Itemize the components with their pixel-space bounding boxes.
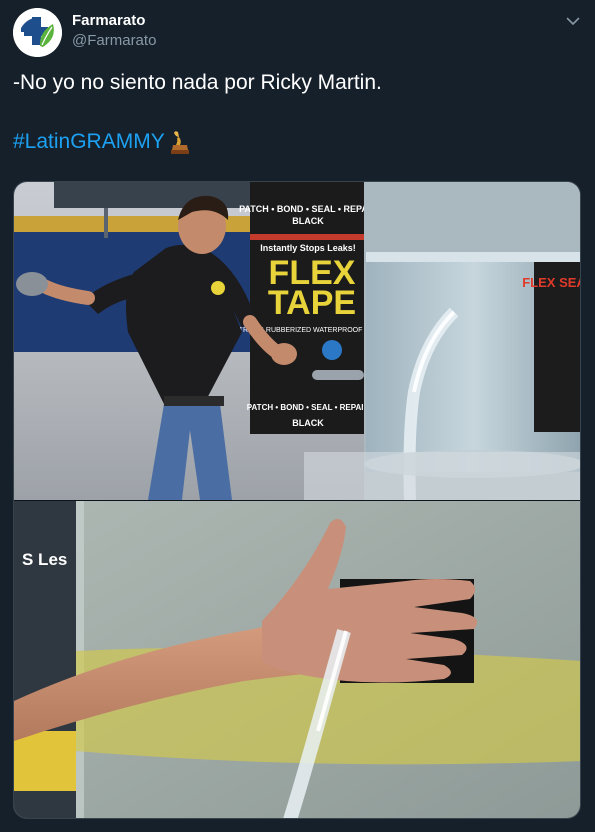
hashtag-link[interactable]: #LatinGRAMMY — [13, 130, 165, 154]
user-avatar[interactable] — [13, 8, 62, 57]
user-handle[interactable]: @Farmarato — [72, 32, 156, 49]
farmarato-logo-icon — [13, 8, 62, 57]
meme-photo-top: PATCH • BOND • SEAL • REPAIR BLACK Insta… — [14, 182, 581, 500]
product-name: TAPE — [268, 284, 356, 322]
product-tagline: PATCH • BOND • SEAL • REPAIR — [239, 204, 377, 214]
grammy-trophy-icon — [169, 129, 191, 155]
display-name[interactable]: Farmarato — [72, 12, 145, 29]
media-panel-top: PATCH • BOND • SEAL • REPAIR BLACK Insta… — [14, 182, 581, 500]
more-options-caret[interactable] — [562, 10, 584, 32]
sidebar-sign: S Les — [22, 550, 67, 569]
tweet-text: -No yo no siento nada por Ricky Martin. — [13, 71, 382, 94]
product-tagline-bottom: PATCH • BOND • SEAL • REPAIR — [247, 403, 370, 412]
tweet-card: Farmarato @Farmarato -No yo no siento na… — [0, 0, 595, 832]
hashtag-line: #LatinGRAMMY — [13, 128, 191, 156]
product-color-bottom: BLACK — [292, 418, 324, 428]
chevron-down-icon — [566, 17, 580, 25]
tank-label: FLEX SEAL — [522, 275, 581, 290]
meme-photo-bottom: S Les — [14, 501, 580, 818]
tweet-media[interactable]: PATCH • BOND • SEAL • REPAIR BLACK Insta… — [13, 181, 581, 819]
product-color: BLACK — [292, 216, 324, 226]
product-slogan: Instantly Stops Leaks! — [260, 243, 356, 253]
media-panel-bottom: S Les — [14, 501, 580, 818]
